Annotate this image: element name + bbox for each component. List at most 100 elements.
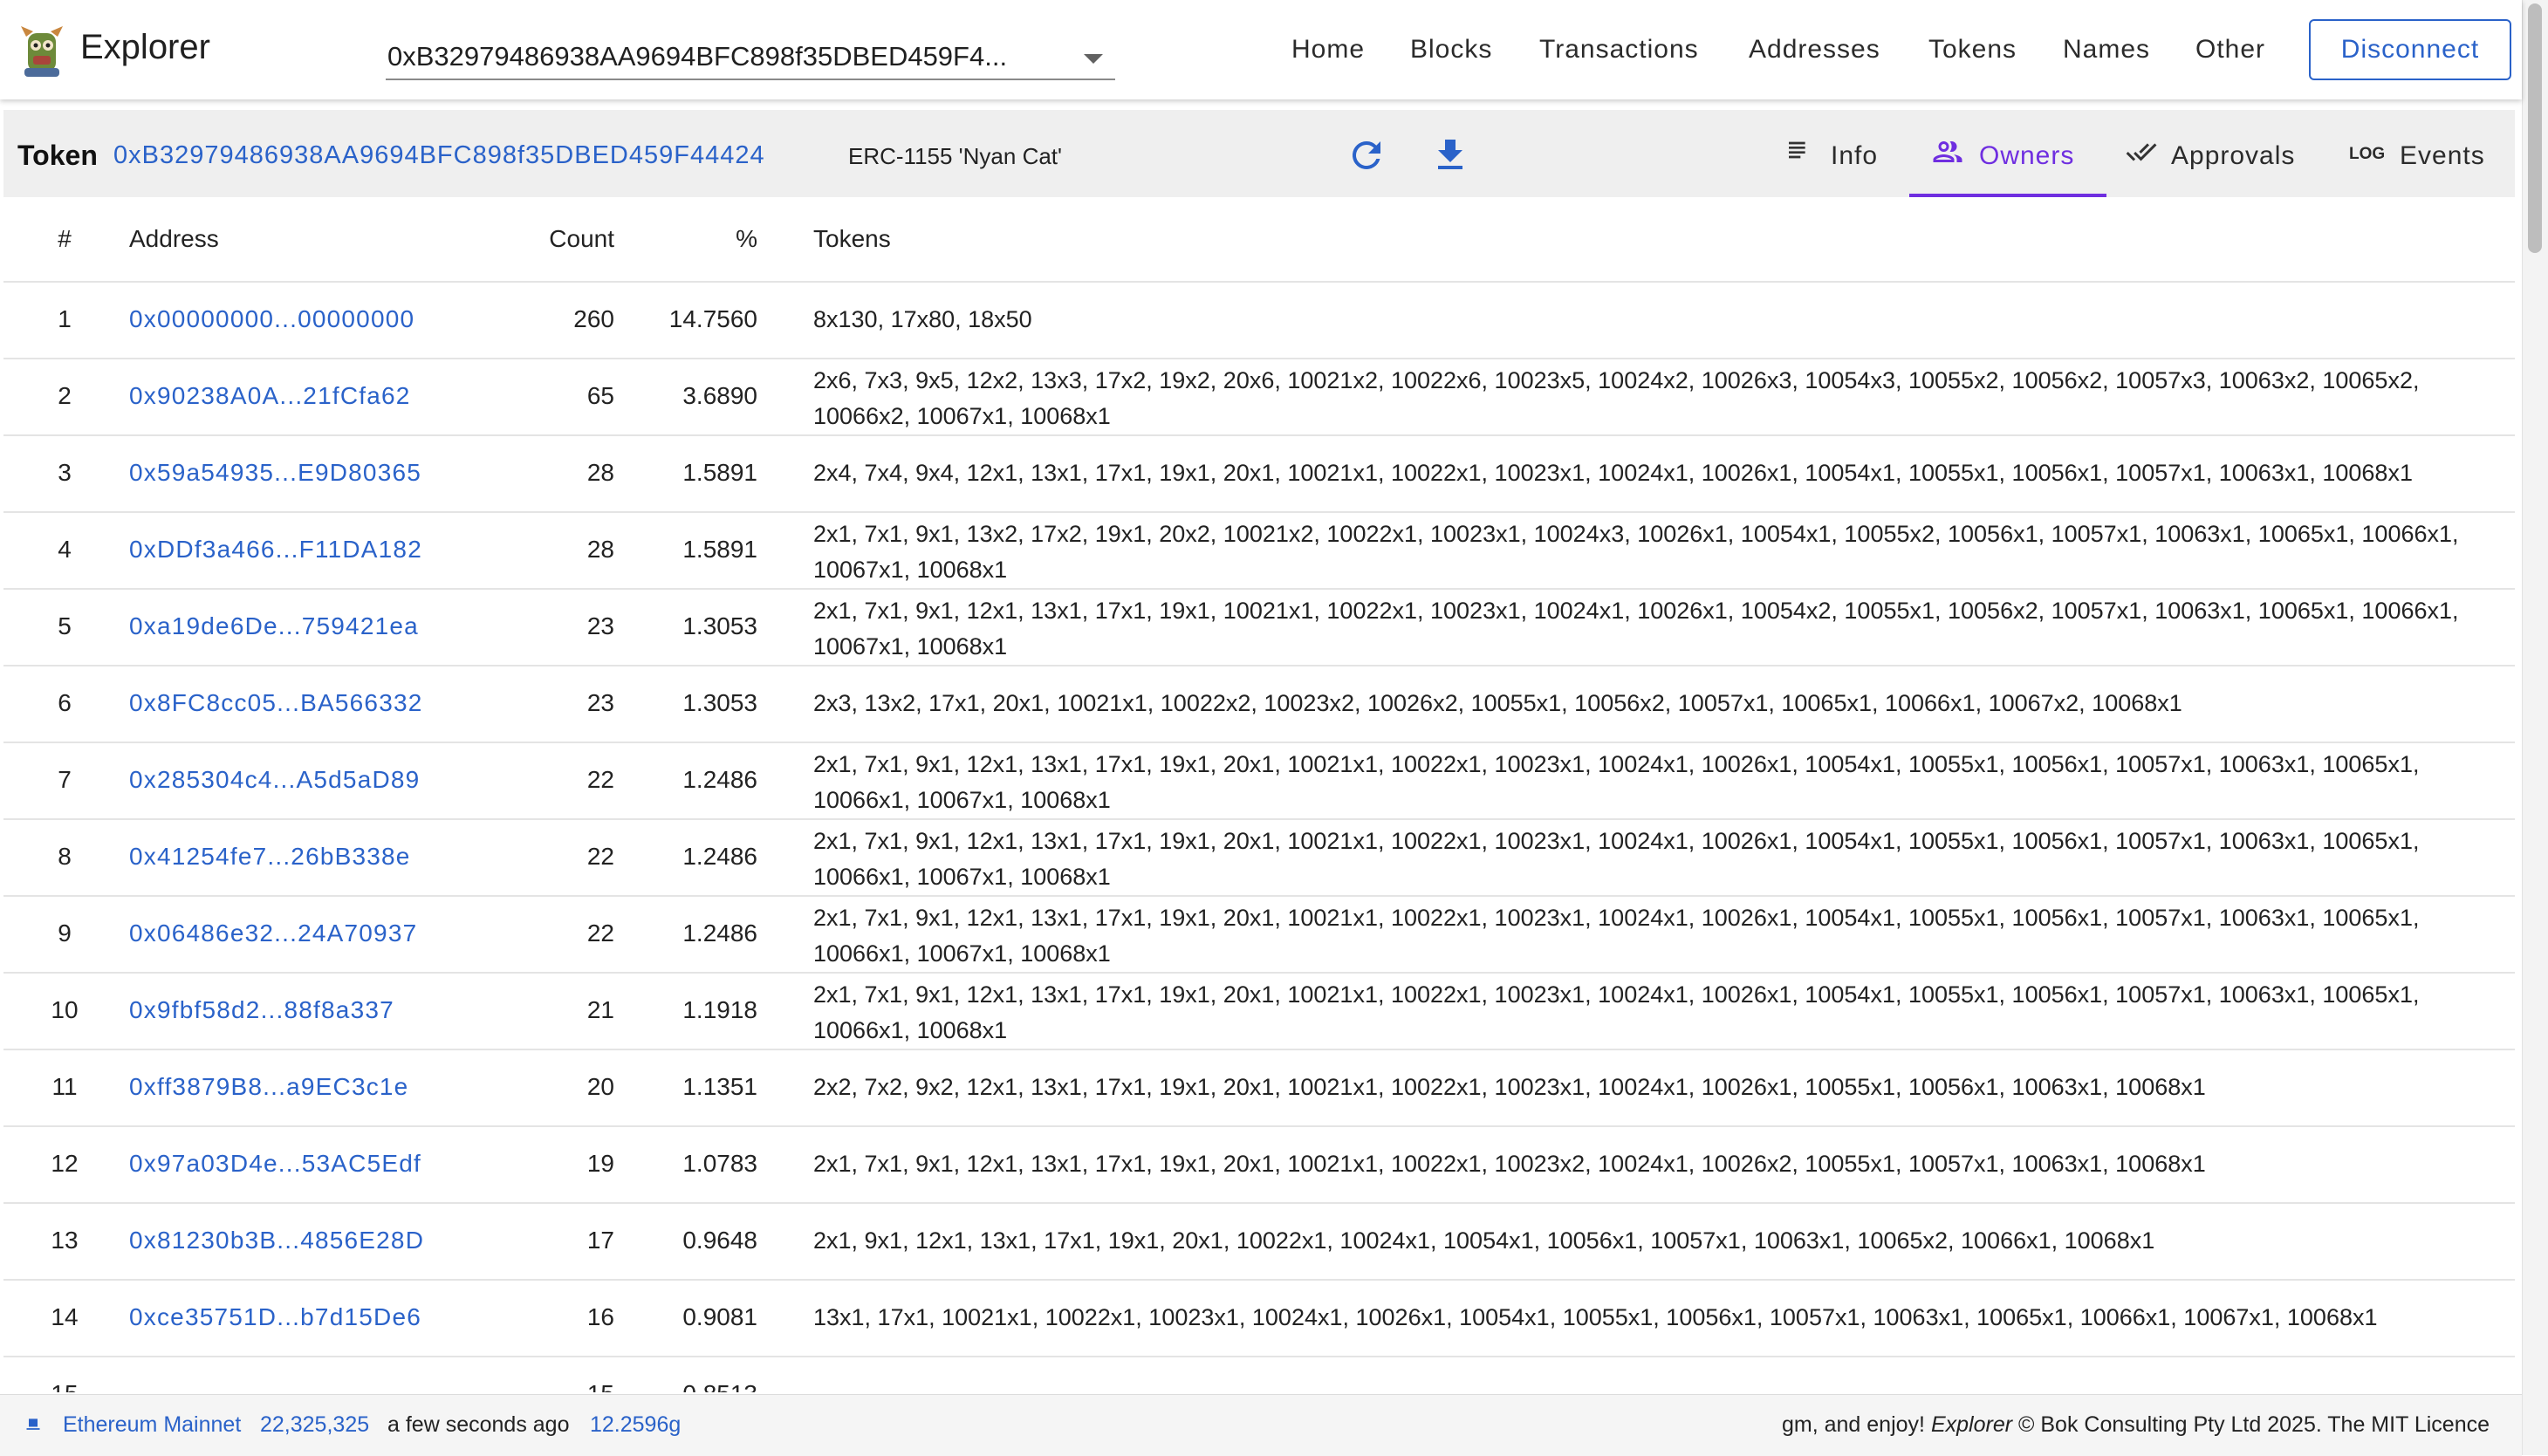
cell-address-link[interactable]: 0x8FC8cc05...BA566332: [129, 689, 423, 717]
cell-tokens: 2x1, 7x1, 9x1, 12x1, 13x1, 17x1, 19x1, 2…: [813, 1151, 2206, 1177]
cell-index: 12: [51, 1150, 79, 1177]
cell-percent: 1.3053: [682, 689, 757, 716]
table-row[interactable]: 3 0x59a54935...E9D80365 28 1.5891 2x4, 7x4, …: [3, 434, 2515, 513]
cell-percent: 1.2486: [682, 919, 757, 947]
cell-address-link[interactable]: 0xDDf3a466...F11DA182: [129, 536, 422, 564]
table-row[interactable]: 1 0x00000000...00000000 260 14.7560 8x130, 1…: [3, 281, 2515, 359]
refresh-icon[interactable]: [1346, 134, 1387, 176]
cell-count: 21: [586, 996, 614, 1023]
cell-percent: 1.2486: [682, 843, 757, 870]
cell-percent: 1.1351: [682, 1073, 757, 1100]
table-row[interactable]: 13 0x81230b3B...4856E28D 17 0.9648 2x1, 9x1,…: [3, 1202, 2515, 1281]
cell-count: 260: [573, 305, 614, 332]
cell-percent: 0.8513: [632, 1380, 757, 1392]
nav-blocks[interactable]: Blocks: [1410, 35, 1492, 65]
cell-percent: 1.1918: [682, 996, 757, 1023]
nav-tokens[interactable]: Tokens: [1928, 35, 2017, 65]
table-row[interactable]: 5 0xa19de6De...759421ea 23 1.3053 2x1, 7x1, …: [3, 588, 2515, 666]
cell-address-link[interactable]: 0x81230b3B...4856E28D: [129, 1227, 424, 1254]
tab-info[interactable]: Info: [1778, 110, 1901, 197]
col-header-percent[interactable]: %: [632, 225, 757, 253]
cell-index: 7: [58, 766, 72, 793]
cell-tokens: 8x130, 17x80, 18x50: [813, 306, 1032, 332]
tab-events[interactable]: LOG Events: [2342, 110, 2510, 197]
app-bar: Explorer 0xB32979486938AA9694BFC898f35DB…: [0, 0, 2522, 99]
cell-tokens: 2x1, 7x1, 9x1, 12x1, 13x1, 17x1, 19x1, 2…: [813, 981, 2420, 1043]
cell-address-link[interactable]: 0xff3879B8...a9EC3c1e: [129, 1073, 408, 1101]
token-type: ERC-1155 'Nyan Cat': [848, 143, 1062, 169]
table-row[interactable]: 14 0xce35751D...b7d15De6 16 0.9081 13x1, 17x…: [3, 1279, 2515, 1357]
cell-count: 22: [586, 766, 614, 793]
nav-transactions[interactable]: Transactions: [1539, 35, 1699, 65]
cell-address-link[interactable]: 0x59a54935...E9D80365: [129, 459, 421, 487]
people-icon: [1933, 141, 1962, 162]
download-icon[interactable]: [1429, 134, 1471, 176]
explorer-logo-icon[interactable]: [17, 21, 66, 79]
cell-percent: 1.0783: [682, 1150, 757, 1177]
nav-other[interactable]: Other: [2195, 35, 2265, 65]
table-row-partial[interactable]: 15 15 0.8513: [3, 1356, 2515, 1392]
cell-index: 14: [51, 1303, 79, 1330]
nav-addresses[interactable]: Addresses: [1749, 35, 1880, 65]
list-icon: [1789, 141, 1805, 159]
table-row[interactable]: 8 0x41254fe7...26bB338e 22 1.2486 2x1, 7x1, …: [3, 818, 2515, 897]
app-title[interactable]: Explorer: [80, 28, 210, 67]
table-row[interactable]: 2 0x90238A0A...21fCfa62 65 3.6890 2x6, 7x3, …: [3, 358, 2515, 436]
cell-count: 20: [586, 1073, 614, 1100]
cell-tokens: 2x1, 7x1, 9x1, 13x2, 17x2, 19x1, 20x2, 1…: [813, 521, 2459, 583]
cell-index: 8: [58, 843, 72, 870]
cell-count: 28: [586, 459, 614, 486]
tab-owners[interactable]: Owners: [1909, 110, 2106, 197]
cell-address-link[interactable]: 0x00000000...00000000: [129, 305, 414, 333]
table-row[interactable]: 4 0xDDf3a466...F11DA182 28 1.5891 2x1, 7x1, …: [3, 511, 2515, 590]
col-header-address[interactable]: Address: [129, 225, 219, 253]
disconnect-button[interactable]: Disconnect: [2309, 19, 2511, 80]
table-row[interactable]: 12 0x97a03D4e...53AC5Edf 19 1.0783 2x1, 7x1,…: [3, 1125, 2515, 1204]
laptop-icon: [26, 1418, 40, 1430]
token-address-link[interactable]: 0xB32979486938AA9694BFC898f35DBED459F444…: [113, 141, 765, 170]
cell-tokens: 2x1, 7x1, 9x1, 12x1, 13x1, 17x1, 19x1, 1…: [813, 598, 2459, 660]
cell-percent: 1.2486: [682, 766, 757, 793]
gas-price: 12.2596g: [590, 1412, 682, 1437]
cell-tokens: 2x1, 7x1, 9x1, 12x1, 13x1, 17x1, 19x1, 2…: [813, 828, 2420, 890]
col-header-count[interactable]: Count: [492, 225, 614, 253]
chevron-down-icon[interactable]: [1084, 54, 1103, 64]
cell-address-link[interactable]: 0xce35751D...b7d15De6: [129, 1303, 421, 1331]
cell-count: 15: [492, 1380, 614, 1392]
nav-names[interactable]: Names: [2063, 35, 2150, 65]
tab-owners-label: Owners: [1979, 141, 2075, 170]
table-row[interactable]: 9 0x06486e32...24A70937 22 1.2486 2x1, 7x1, …: [3, 895, 2515, 974]
cell-percent: 1.5891: [682, 536, 757, 563]
table-row[interactable]: 11 0xff3879B8...a9EC3c1e 20 1.1351 2x2, 7x2,…: [3, 1049, 2515, 1127]
cell-address-link[interactable]: 0x97a03D4e...53AC5Edf: [129, 1150, 421, 1178]
credit-app: Explorer: [1930, 1412, 2013, 1437]
cell-address-link[interactable]: 0x06486e32...24A70937: [129, 919, 417, 947]
cell-address-link[interactable]: 0x285304c4...A5d5aD89: [129, 766, 420, 794]
footer-credit: gm, and enjoy! Explorer © Bok Consulting…: [1782, 1412, 2490, 1438]
token-label: Token: [17, 140, 98, 171]
cell-percent: 1.3053: [682, 612, 757, 639]
cell-index: 6: [58, 689, 72, 716]
table-row[interactable]: 7 0x285304c4...A5d5aD89 22 1.2486 2x1, 7x1, …: [3, 742, 2515, 820]
cell-tokens: 2x1, 7x1, 9x1, 12x1, 13x1, 17x1, 19x1, 2…: [813, 905, 2420, 967]
cell-percent: 0.9648: [682, 1227, 757, 1254]
table-row[interactable]: 10 0x9fbf58d2...88f8a337 21 1.1918 2x1, 7x1,…: [3, 972, 2515, 1050]
network-name[interactable]: Ethereum Mainnet: [63, 1412, 241, 1438]
nav-home[interactable]: Home: [1291, 35, 1365, 65]
cell-tokens: 13x1, 17x1, 10021x1, 10022x1, 10023x1, 1…: [813, 1304, 2378, 1330]
cell-index: 1: [58, 305, 72, 332]
cell-address-link[interactable]: 0xa19de6De...759421ea: [129, 612, 419, 640]
page-scrollbar[interactable]: [2522, 0, 2548, 1455]
status-footer: Ethereum Mainnet 22,325,325 a few second…: [0, 1394, 2522, 1456]
table-row[interactable]: 6 0x8FC8cc05...BA566332 23 1.3053 2x3, 13x2,…: [3, 665, 2515, 743]
cell-address-link[interactable]: 0x41254fe7...26bB338e: [129, 843, 411, 871]
tab-approvals[interactable]: Approvals: [2115, 110, 2309, 197]
cell-address-link[interactable]: 0x90238A0A...21fCfa62: [129, 382, 411, 410]
scrollbar-thumb[interactable]: [2528, 3, 2542, 253]
address-selector[interactable]: 0xB32979486938AA9694BFC898f35DBED459F4..…: [386, 37, 1115, 80]
latest-block[interactable]: 22,325,325: [260, 1412, 369, 1438]
col-header-index[interactable]: #: [3, 225, 126, 253]
cell-address-link[interactable]: 0x9fbf58d2...88f8a337: [129, 996, 394, 1024]
cell-index: 10: [51, 996, 79, 1023]
col-header-tokens[interactable]: Tokens: [813, 225, 891, 253]
